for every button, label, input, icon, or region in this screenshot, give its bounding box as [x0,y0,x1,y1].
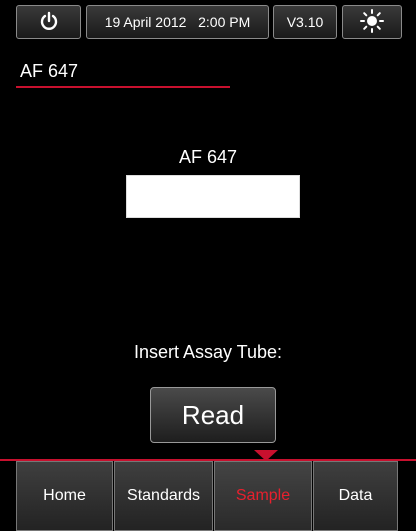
nav-home-label: Home [43,487,86,504]
datetime-text: 19 April 2012 2:00 PM [104,14,251,30]
nav-data[interactable]: Data [313,461,398,531]
version-text: V3.10 [286,14,324,30]
nav-sample[interactable]: Sample [214,461,312,531]
read-button[interactable]: Read [150,387,276,443]
datetime-button[interactable]: 19 April 2012 2:00 PM [86,5,269,39]
nav-standards[interactable]: Standards [114,461,213,531]
sample-value-field[interactable] [126,175,300,218]
top-bar: 19 April 2012 2:00 PM V3.10 [0,0,416,44]
sample-label: AF 647 [178,147,238,167]
title-underline [16,86,230,88]
power-button[interactable] [16,5,81,39]
bottom-nav: Home Standards Sample Data [0,461,416,531]
read-button-label: Read [181,399,245,430]
page-title: AF 647 [20,61,79,81]
nav-home[interactable]: Home [16,461,113,531]
insert-tube-prompt: Insert Assay Tube: [133,342,283,362]
power-icon [39,11,59,34]
nav-sample-label: Sample [235,487,291,504]
brightness-button[interactable] [342,5,402,39]
version-button[interactable]: V3.10 [273,5,337,39]
nav-standards-label: Standards [127,487,200,504]
sun-icon [360,8,384,36]
nav-data-label: Data [338,487,373,504]
